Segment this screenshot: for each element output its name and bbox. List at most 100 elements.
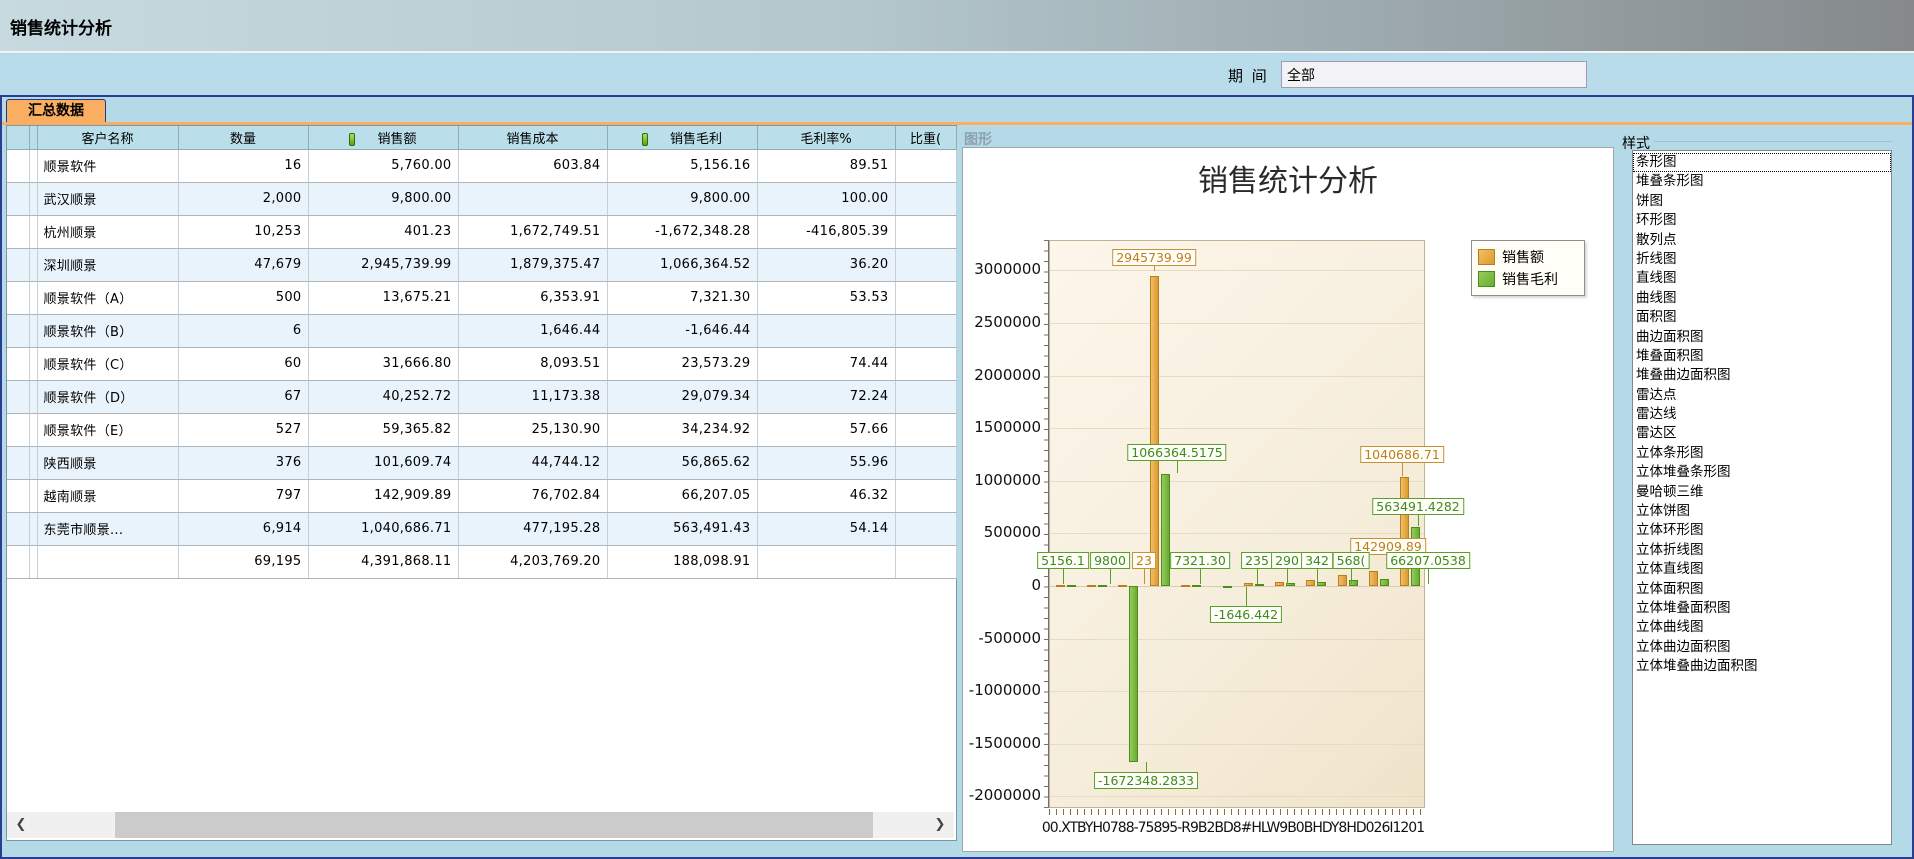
style-option[interactable]: 堆叠条形图 (1633, 172, 1891, 191)
style-option[interactable]: 环形图 (1633, 211, 1891, 230)
cell-name: 武汉顺景 (37, 182, 178, 215)
bar-销售额-顺景软件（A） (1181, 585, 1190, 587)
row-indicator-cell (7, 149, 29, 182)
style-option[interactable]: 立体条形图 (1633, 444, 1891, 463)
style-option[interactable]: 立体堆叠曲边面积图 (1633, 657, 1891, 676)
chart-title: 销售统计分析 (963, 156, 1613, 200)
style-option[interactable]: 立体堆叠条形图 (1633, 463, 1891, 482)
data-label-leader (1287, 569, 1288, 584)
style-option[interactable]: 曲边面积图 (1633, 328, 1891, 347)
style-option[interactable]: 散列点 (1633, 231, 1891, 250)
bar-销售额-顺景软件 (1056, 585, 1065, 587)
table-row[interactable]: 顺景软件（A）50013,675.216,353.917,321.3053.53 (7, 281, 956, 314)
cell-name: 顺景软件（C） (37, 347, 178, 380)
cell-profit: 66,207.05 (607, 479, 757, 512)
cell-sales (308, 314, 458, 347)
column-header-3[interactable]: 销售成本 (458, 126, 607, 149)
cell-profit: 563,491.43 (607, 512, 757, 545)
table-row[interactable]: 深圳顺景47,6792,945,739.991,879,375.471,066,… (7, 248, 956, 281)
cell-margin: 100.00 (757, 182, 895, 215)
style-option[interactable]: 立体曲线图 (1633, 618, 1891, 637)
cell-weight (895, 479, 956, 512)
style-option[interactable]: 雷达线 (1633, 405, 1891, 424)
cell-qty: 6,914 (178, 512, 308, 545)
y-tick-label: 0 (963, 576, 1041, 594)
row-indicator-cell (7, 545, 29, 578)
bar-销售毛利-顺景软件（C） (1255, 584, 1264, 586)
column-header-2[interactable]: 销售额 (308, 126, 458, 149)
style-option[interactable]: 饼图 (1633, 192, 1891, 211)
table-row[interactable]: 顺景软件（C）6031,666.808,093.5123,573.2974.44 (7, 347, 956, 380)
table-row[interactable]: 东莞市顺景...6,9141,040,686.71477,195.28563,4… (7, 512, 956, 545)
gridline (1050, 323, 1424, 324)
cell-weight (895, 248, 956, 281)
table-row[interactable]: 顺景软件（E）52759,365.8225,130.9034,234.9257.… (7, 413, 956, 446)
column-header-6[interactable]: 比重( (895, 126, 956, 149)
spacer-cell (29, 248, 37, 281)
legend-item-profit: 销售毛利 (1478, 268, 1578, 290)
style-option[interactable]: 折线图 (1633, 250, 1891, 269)
cell-qty: 60 (178, 347, 308, 380)
cell-sales: 59,365.82 (308, 413, 458, 446)
style-option[interactable]: 立体环形图 (1633, 521, 1891, 540)
style-option[interactable]: 立体堆叠面积图 (1633, 599, 1891, 618)
style-option[interactable]: 立体折线图 (1633, 541, 1891, 560)
cell-name: 东莞市顺景... (37, 512, 178, 545)
row-indicator-cell (7, 380, 29, 413)
horizontal-scrollbar[interactable]: ❮ ❯ (7, 812, 954, 838)
data-label-leader (1418, 515, 1419, 526)
table-row[interactable]: 杭州顺景10,253401.231,672,749.51-1,672,348.2… (7, 215, 956, 248)
cell-sales: 9,800.00 (308, 182, 458, 215)
style-option[interactable]: 雷达点 (1633, 386, 1891, 405)
cell-weight (895, 215, 956, 248)
period-input[interactable] (1281, 61, 1587, 88)
style-option[interactable]: 堆叠曲边面积图 (1633, 366, 1891, 385)
column-header-0[interactable]: 客户名称 (37, 126, 178, 149)
tab-summary-data[interactable]: 汇总数据 (6, 99, 106, 122)
data-label: 9800 (1090, 552, 1130, 569)
legend-item-sales: 销售额 (1478, 246, 1578, 268)
chart-canvas: 销售统计分析 2945739.991066364.51751040686.715… (962, 147, 1614, 852)
cell-cost: 477,195.28 (458, 512, 607, 545)
table-row[interactable]: 顺景软件（B）61,646.44-1,646.44 (7, 314, 956, 347)
data-label: 66207.0538 (1386, 552, 1470, 569)
summary-table: 客户名称数量销售额销售成本销售毛利毛利率%比重( 顺景软件165,760.006… (7, 126, 957, 579)
style-option[interactable]: 立体饼图 (1633, 502, 1891, 521)
style-option[interactable]: 直线图 (1633, 269, 1891, 288)
chart-style-listbox[interactable]: 条形图堆叠条形图饼图环形图散列点折线图直线图曲线图面积图曲边面积图堆叠面积图堆叠… (1632, 150, 1892, 845)
column-header-4[interactable]: 销售毛利 (607, 126, 757, 149)
style-option[interactable]: 雷达区 (1633, 424, 1891, 443)
table-row[interactable]: 顺景软件165,760.00603.845,156.1689.51 (7, 149, 956, 182)
column-header-5[interactable]: 毛利率% (757, 126, 895, 149)
table-row[interactable]: 越南顺景797142,909.8976,702.8466,207.0546.32 (7, 479, 956, 512)
column-header-1[interactable]: 数量 (178, 126, 308, 149)
scrollbar-thumb[interactable] (115, 812, 873, 838)
cell-weight (895, 545, 956, 578)
cell-qty: 2,000 (178, 182, 308, 215)
style-option[interactable]: 立体曲边面积图 (1633, 638, 1891, 657)
legend-label-sales: 销售额 (1502, 247, 1544, 267)
total-row[interactable]: 69,1954,391,868.114,203,769.20188,098.91 (7, 545, 956, 578)
table-row[interactable]: 武汉顺景2,0009,800.009,800.00100.00 (7, 182, 956, 215)
style-option[interactable]: 面积图 (1633, 308, 1891, 327)
table-row[interactable]: 陕西顺景376101,609.7444,744.1256,865.6255.96 (7, 446, 956, 479)
summary-table-panel: 客户名称数量销售额销售成本销售毛利毛利率%比重( 顺景软件165,760.006… (6, 125, 957, 841)
scroll-right-arrow-icon[interactable]: ❯ (926, 812, 954, 838)
table-row[interactable]: 顺景软件（D）6740,252.7211,173.3829,079.3472.2… (7, 380, 956, 413)
row-indicator-cell (7, 413, 29, 446)
style-option[interactable]: 立体面积图 (1633, 580, 1891, 599)
style-option[interactable]: 曼哈顿三维 (1633, 483, 1891, 502)
gridline (1050, 270, 1424, 271)
scroll-left-arrow-icon[interactable]: ❮ (7, 812, 35, 838)
cell-margin: 46.32 (757, 479, 895, 512)
cell-weight (895, 314, 956, 347)
cell-cost: 1,879,375.47 (458, 248, 607, 281)
style-option[interactable]: 曲线图 (1633, 289, 1891, 308)
style-option[interactable]: 堆叠面积图 (1633, 347, 1891, 366)
style-option[interactable]: 条形图 (1633, 153, 1891, 172)
data-label: 7321.30 (1170, 552, 1230, 569)
style-groupbox-line (1654, 141, 1892, 142)
plot-area: 2945739.991066364.51751040686.71563491.4… (1049, 240, 1425, 808)
bar-销售毛利-越南顺景 (1380, 579, 1389, 586)
style-option[interactable]: 立体直线图 (1633, 560, 1891, 579)
